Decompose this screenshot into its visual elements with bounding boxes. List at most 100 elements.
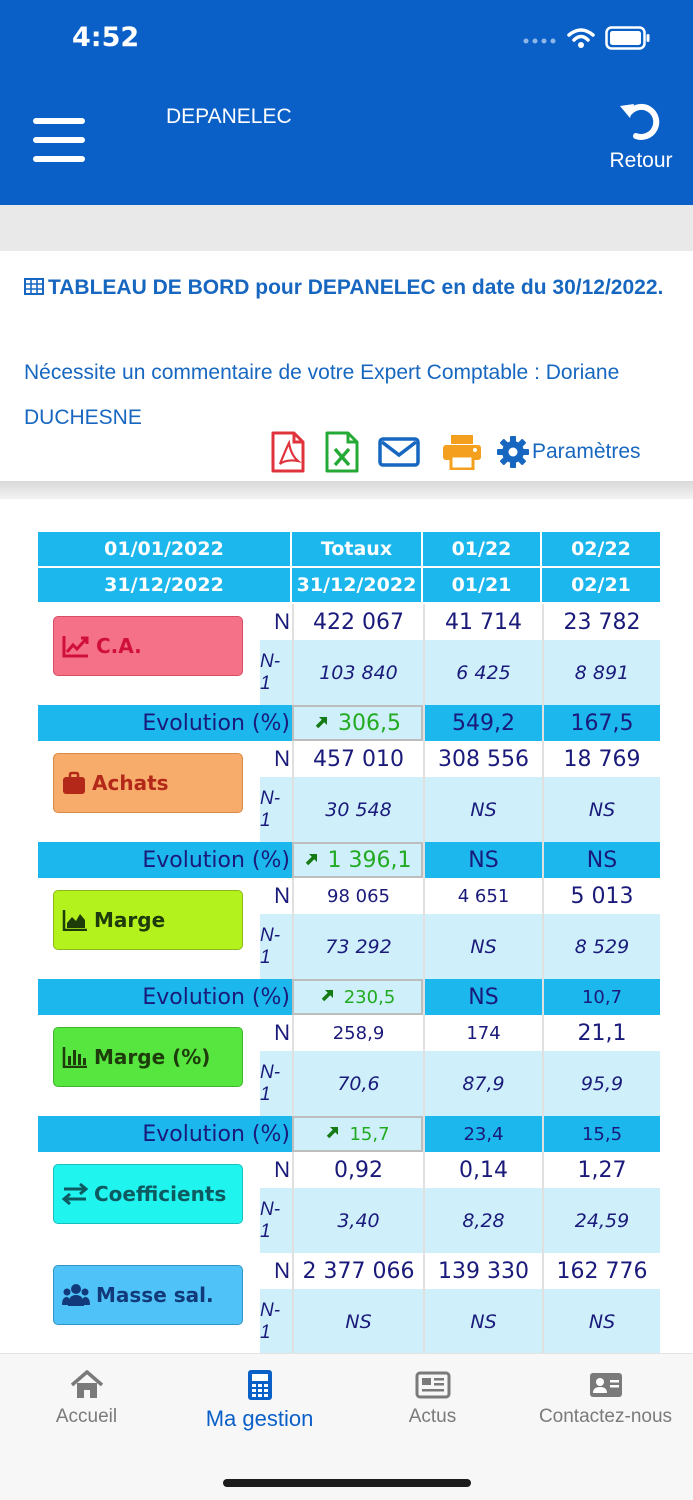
- value-column: 162 776 NS: [542, 1253, 660, 1354]
- file-excel-icon: [325, 431, 359, 473]
- kpi-label-area: Marge (%): [38, 1015, 260, 1116]
- value-n: 174: [425, 1015, 542, 1051]
- arrow-up-right-icon: [304, 848, 320, 873]
- value-n: 308 556: [425, 741, 542, 777]
- settings-button[interactable]: Paramètres: [496, 435, 641, 469]
- kpi-block-coefficients: Coefficients N N-1 0,92 3,40 0,14 8,28 1…: [38, 1152, 660, 1253]
- newspaper-icon: [346, 1368, 519, 1402]
- value-column: 98 065 73 292: [292, 878, 423, 979]
- value-column: 2 377 066 NS: [292, 1253, 423, 1354]
- header-cell: 01/01/2022: [38, 532, 292, 568]
- tab-accueil[interactable]: Accueil: [0, 1368, 173, 1428]
- n1-label: N-1: [260, 1188, 292, 1253]
- period-labels: N N-1: [260, 741, 292, 842]
- value-column: 41 714 6 425: [423, 604, 542, 705]
- evolution-total: 306,5: [292, 705, 423, 741]
- arrow-up-right-icon: [325, 1124, 341, 1145]
- back-label: Retour: [609, 149, 673, 172]
- header-cell: 31/12/2022: [38, 568, 292, 604]
- dashboard-info: TABLEAU DE BORD pour DEPANELEC en date d…: [0, 251, 693, 481]
- pdf-export-button[interactable]: [270, 431, 306, 473]
- value-n: 457 010: [294, 741, 423, 777]
- value-n1: NS: [425, 1289, 542, 1354]
- wifi-icon: [567, 27, 595, 54]
- kpi-label: C.A.: [96, 634, 142, 658]
- period-labels: N N-1: [260, 604, 292, 705]
- tab-ma-gestion[interactable]: Ma gestion: [173, 1368, 346, 1432]
- tab-label: Ma gestion: [205, 1406, 314, 1431]
- value-n: 139 330: [425, 1253, 542, 1289]
- evolution-total: 230,5: [292, 979, 423, 1015]
- n1-label: N-1: [260, 640, 292, 705]
- dashboard-title: TABLEAU DE BORD pour DEPANELEC en date d…: [24, 265, 664, 311]
- value-column: 457 010 30 548: [292, 741, 423, 842]
- value-column: 0,92 3,40: [292, 1152, 423, 1253]
- value-column: 23 782 8 891: [542, 604, 660, 705]
- tab-contactez-nous[interactable]: Contactez-nous: [519, 1368, 692, 1428]
- header-cell: 01/22: [423, 532, 542, 568]
- exchange-icon: [62, 1183, 88, 1205]
- evolution-value: 10,7: [542, 979, 660, 1015]
- back-button[interactable]: Retour: [605, 100, 677, 173]
- evolution-row: Evolution (%) 1 396,1 NS NS: [38, 842, 660, 878]
- n1-label: N-1: [260, 914, 292, 979]
- kpi-label-area: Coefficients: [38, 1152, 260, 1253]
- kpi-badge-marge-percent[interactable]: Marge (%): [53, 1027, 243, 1087]
- menu-icon-line: [33, 156, 85, 162]
- kpi-badge-achats[interactable]: Achats: [53, 753, 243, 813]
- header-cell: 02/21: [542, 568, 660, 604]
- table-header-row: 01/01/2022 Totaux 01/22 02/22: [38, 532, 660, 568]
- evolution-value: 23,4: [423, 1116, 542, 1152]
- battery-icon: [605, 26, 651, 55]
- printer-icon: [443, 435, 481, 470]
- evolution-value: 306,5: [338, 710, 401, 736]
- bottom-tab-bar: Accueil Ma gestion Actus Contactez-nous: [0, 1353, 693, 1500]
- value-n1: 8 529: [544, 914, 660, 979]
- value-n1: 24,59: [544, 1188, 660, 1253]
- n1-label: N-1: [260, 1051, 292, 1116]
- evolution-value: NS: [423, 979, 542, 1015]
- evolution-value: 15,7: [349, 1123, 390, 1145]
- kpi-label-area: Achats: [38, 741, 260, 842]
- value-n: 18 769: [544, 741, 660, 777]
- kpi-badge-ca[interactable]: C.A.: [53, 616, 243, 676]
- evolution-row: Evolution (%) 306,5 549,2 167,5: [38, 705, 660, 741]
- print-button[interactable]: [442, 434, 482, 470]
- value-n: 4 651: [425, 878, 542, 914]
- value-n: 5 013: [544, 878, 660, 914]
- kpi-label: Marge (%): [94, 1045, 211, 1069]
- value-n: 258,9: [294, 1015, 423, 1051]
- evolution-value: 167,5: [542, 705, 660, 741]
- value-column: 174 87,9: [423, 1015, 542, 1116]
- kpi-label-area: Masse sal.: [38, 1253, 260, 1354]
- table-header-row: 31/12/2022 31/12/2022 01/21 02/21: [38, 568, 660, 604]
- period-labels: N N-1: [260, 878, 292, 979]
- kpi-badge-marge[interactable]: Marge: [53, 890, 243, 950]
- menu-button[interactable]: [33, 118, 85, 162]
- n1-label: N-1: [260, 777, 292, 842]
- kpi-block-marge-percent: Marge (%) N N-1 258,9 70,6 174 87,9 21,1…: [38, 1015, 660, 1116]
- header-cell: 01/21: [423, 568, 542, 604]
- evolution-total: 1 396,1: [292, 842, 423, 878]
- signal-icon: [523, 32, 557, 50]
- evolution-value: 15,5: [542, 1116, 660, 1152]
- evolution-total: 15,7: [292, 1116, 423, 1152]
- bar-chart-icon: [62, 1046, 88, 1068]
- header-cell: 02/22: [542, 532, 660, 568]
- dashboard-subtitle: Nécessite un commentaire de votre Expert…: [24, 361, 620, 429]
- value-n1: 103 840: [294, 640, 423, 705]
- tab-actus[interactable]: Actus: [346, 1368, 519, 1428]
- value-n1: NS: [425, 777, 542, 842]
- tab-label: Actus: [408, 1406, 457, 1427]
- excel-export-button[interactable]: [324, 431, 360, 473]
- status-icons: [523, 26, 651, 55]
- kpi-badge-masse-salariale[interactable]: Masse sal.: [53, 1265, 243, 1325]
- evolution-label: Evolution (%): [38, 705, 292, 741]
- value-column: 308 556 NS: [423, 741, 542, 842]
- value-n: 1,27: [544, 1152, 660, 1188]
- email-button[interactable]: [378, 436, 420, 468]
- evolution-value: NS: [542, 842, 660, 878]
- kpi-badge-coefficients[interactable]: Coefficients: [53, 1164, 243, 1224]
- value-n1: NS: [544, 777, 660, 842]
- contact-card-icon: [519, 1368, 692, 1402]
